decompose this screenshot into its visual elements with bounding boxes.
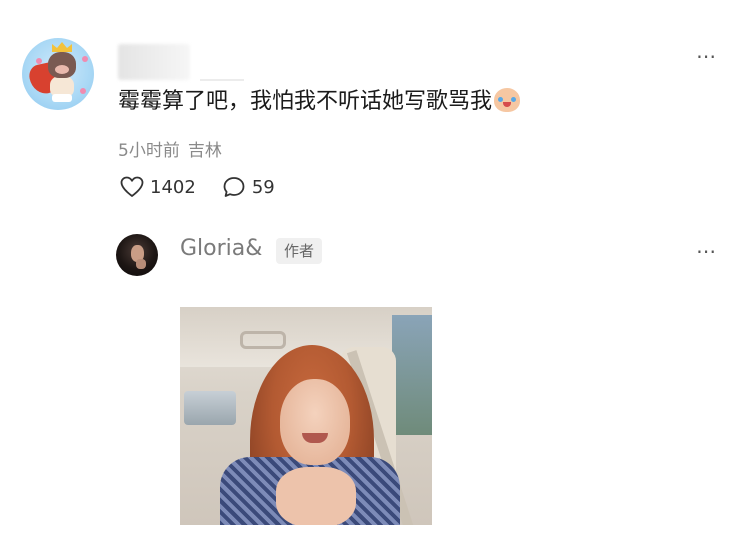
name-divider [200, 79, 244, 81]
car-window-right [392, 315, 432, 435]
like-button[interactable]: 1402 [120, 176, 196, 198]
heart-outline-icon [120, 176, 144, 197]
comment-actions: 1402 59 [120, 176, 275, 198]
avatar-legs [52, 94, 72, 102]
comment-body: 霉霉算了吧，我怕我不听话她写歌骂我 [118, 88, 521, 116]
author-badge: 作者 [276, 238, 323, 264]
person-face [280, 379, 350, 465]
commenter-avatar[interactable] [22, 38, 94, 110]
comment-bubble-icon [223, 177, 245, 197]
comment-location: 吉林 [187, 141, 222, 161]
heart-icon [36, 58, 42, 64]
comment-time: 5小时前 [118, 141, 180, 161]
avatar-snout [55, 65, 69, 74]
commenter-username-blurred[interactable] [118, 44, 190, 80]
avatar-crown [52, 42, 72, 52]
car-window-left [184, 391, 236, 425]
heart-icon [82, 56, 88, 62]
person-hands [276, 467, 356, 525]
car-handle [240, 331, 286, 349]
reply-author-avatar[interactable] [116, 234, 158, 276]
like-count: 1402 [150, 176, 196, 198]
reply-username[interactable]: Gloria& [180, 236, 262, 261]
more-options-icon[interactable]: ⋯ [696, 46, 717, 66]
crying-laughing-emoji-icon [494, 88, 521, 112]
comment-text: 霉霉算了吧，我怕我不听话她写歌骂我 [118, 89, 493, 114]
avatar-hand [136, 259, 146, 269]
more-options-icon[interactable]: ⋯ [696, 241, 717, 261]
reply-image[interactable] [180, 307, 432, 525]
heart-icon [80, 88, 86, 94]
reply-button[interactable]: 59 [222, 176, 275, 198]
reply-count: 59 [251, 176, 275, 198]
comment-meta: 5小时前 吉林 [118, 136, 222, 161]
